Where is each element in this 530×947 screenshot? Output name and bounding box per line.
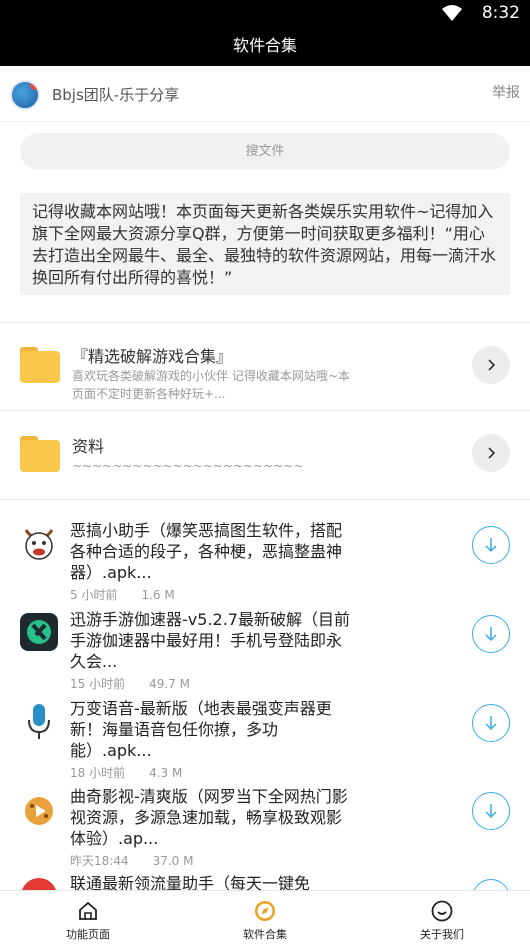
folder-row[interactable]: 资料 ~~~~~~~~~~~~~~~~~~~~~~~ [0,411,530,497]
folder-icon [20,347,60,383]
profile-row: Bbjs团队-乐于分享 举报 [0,66,530,122]
file-meta: 15 小时前 49.7 M [70,677,190,691]
compass-icon [255,901,275,921]
list-item[interactable]: 迅游手游伽速器-v5.2.7最新破解（目前手游伽速器中最好用！手机号登陆即永久会… [0,609,530,697]
chevron-right-icon[interactable] [472,346,510,384]
chevron-right-icon[interactable] [472,434,510,472]
list-item[interactable]: 万变语音-最新版（地表最强变声器更新！海量语音包任你撩，多功能）.apk... … [0,698,530,786]
folder-row[interactable]: 『精选破解游戏合集』 喜欢玩各类破解游戏的小伙伴 记得收藏本网站哦~本页面不定时… [0,323,530,409]
wifi-icon [442,5,462,21]
page-title: 软件合集 [0,26,530,66]
download-icon[interactable] [472,792,510,830]
smiley-icon [431,900,453,922]
report-button[interactable]: 举报 [492,82,520,102]
nav-item-about[interactable]: 关于我们 [354,891,530,947]
nav-item-software[interactable]: 软件合集 [177,891,353,947]
folder-desc: ~~~~~~~~~~~~~~~~~~~~~~~ [72,459,304,473]
xunyou-icon [20,613,58,651]
profile-name: Bbjs团队-乐于分享 [52,86,180,104]
download-icon[interactable] [472,615,510,653]
cow-face-icon [24,529,54,560]
avatar[interactable] [10,80,40,110]
nav-item-functions[interactable]: 功能页面 [0,891,176,947]
list-item[interactable]: 曲奇影视-清爽版（网罗当下全网热门影视资源，多源急速加载，畅享极致观影体验）.a… [0,786,530,874]
folder-desc: 喜欢玩各类破解游戏的小伙伴 记得收藏本网站哦~本页面不定时更新各种好玩+... [72,369,350,401]
file-meta: 18 小时前 4.3 M [70,766,183,780]
file-name: 恶搞小助手（爆笑恶搞图生软件，搭配各种合适的段子，各种梗，恶搞整蛊神器）.apk… [70,521,343,582]
status-time: 8:32 [481,3,520,23]
search-input[interactable]: 搜文件 [20,133,510,170]
file-name: 曲奇影视-清爽版（网罗当下全网热门影视资源，多源急速加载，畅享极致观影体验）.a… [70,787,348,848]
file-meta: 昨天18:44 37.0 M [70,854,194,868]
home-icon [79,901,97,920]
file-name: 迅游手游伽速器-v5.2.7最新破解（目前手游伽速器中最好用！手机号登陆即永久会… [70,610,350,671]
microphone-icon [28,704,50,739]
notice-text: 记得收藏本网站哦！本页面每天更新各类娱乐实用软件~记得加入旗下全网最大资源分享Q… [20,193,510,295]
bottom-nav: 功能页面 软件合集 关于我们 [0,890,530,947]
divider [0,499,530,500]
download-icon[interactable] [472,704,510,742]
nav-label: 功能页面 [66,928,110,941]
folder-title: 资料 [72,437,105,456]
folder-icon [20,436,60,472]
cookie-play-icon [25,797,53,825]
nav-label: 关于我们 [420,928,464,941]
file-name: 万变语音-最新版（地表最强变声器更新！海量语音包任你撩，多功能）.apk... [70,699,332,760]
file-meta: 5 小时前 1.6 M [70,588,175,602]
status-bar: 8:32 [0,0,530,26]
list-item[interactable]: 恶搞小助手（爆笑恶搞图生软件，搭配各种合适的段子，各种梗，恶搞整蛊神器）.apk… [0,520,530,608]
folder-title: 『精选破解游戏合集』 [72,347,233,366]
download-icon[interactable] [472,526,510,564]
nav-label: 软件合集 [243,928,287,941]
